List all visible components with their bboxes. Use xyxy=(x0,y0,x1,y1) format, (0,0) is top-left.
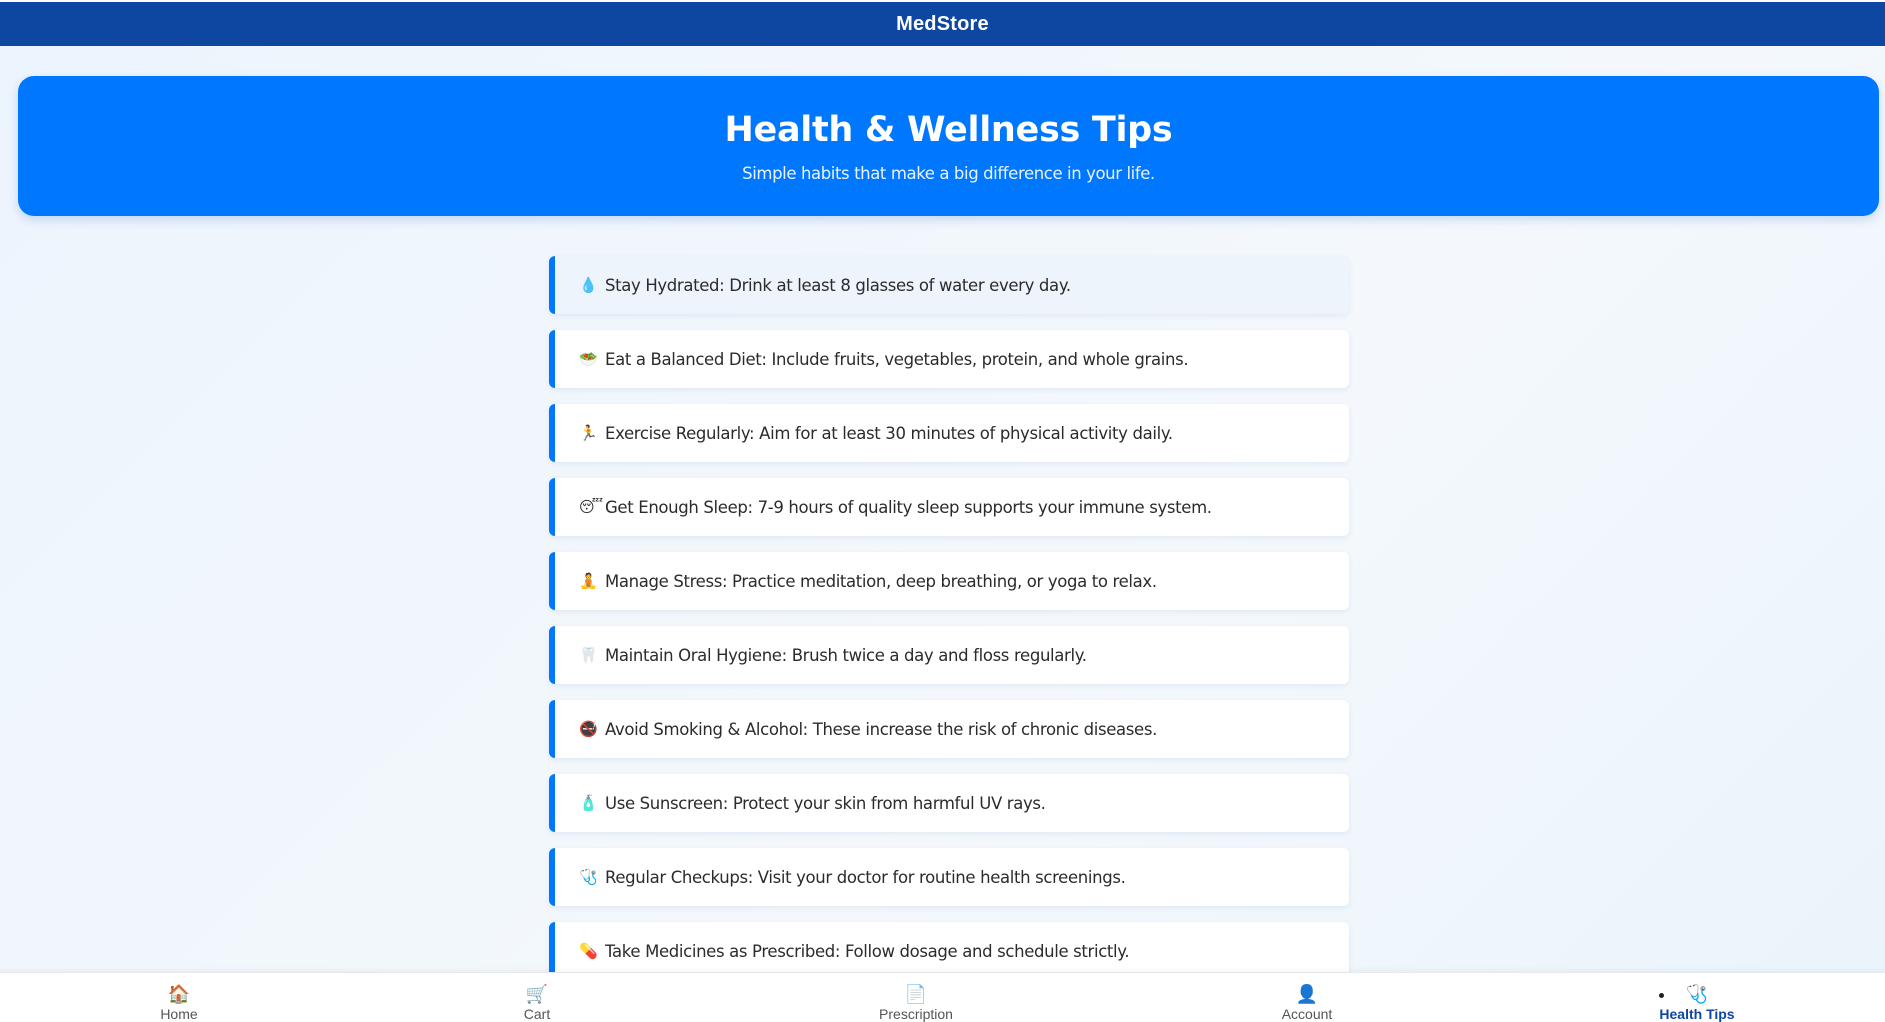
nav-label-cart: Cart xyxy=(523,1006,551,1022)
tip-item-sunscreen: 🧴 Use Sunscreen: Protect your skin from … xyxy=(549,774,1349,832)
user-icon: 👤 xyxy=(1295,984,1319,1004)
sleeping-face-icon: 😴 xyxy=(579,498,603,516)
pill-icon: 💊 xyxy=(579,942,598,960)
tooth-icon: 🦷 xyxy=(579,646,598,664)
nav-item-prescription[interactable]: 📄 Prescription xyxy=(846,983,986,1022)
tip-text: Avoid Smoking & Alcohol: These increase … xyxy=(605,719,1157,739)
tip-text: Stay Hydrated: Drink at least 8 glasses … xyxy=(605,275,1071,295)
nav-label-account: Account xyxy=(1281,1006,1333,1022)
nav-item-account[interactable]: 👤 Account xyxy=(1237,983,1377,1022)
water-drop-icon: 💧 xyxy=(579,276,598,294)
home-icon: 🏠 xyxy=(167,984,191,1004)
cart-icon: 🛒 xyxy=(525,984,549,1004)
active-indicator-dot xyxy=(1659,993,1664,998)
nav-label-prescription: Prescription xyxy=(879,1006,953,1022)
nav-label-health-tips: Health Tips xyxy=(1659,1006,1735,1022)
nav-item-cart[interactable]: 🛒 Cart xyxy=(467,983,607,1022)
document-icon: 📄 xyxy=(904,984,928,1004)
tip-text: Exercise Regularly: Aim for at least 30 … xyxy=(605,423,1173,443)
salad-icon: 🥗 xyxy=(579,350,598,368)
tip-item-sleep: 😴 Get Enough Sleep: 7-9 hours of quality… xyxy=(549,478,1349,536)
tip-item-oral-hygiene: 🦷 Maintain Oral Hygiene: Brush twice a d… xyxy=(549,626,1349,684)
stethoscope-icon: 🩺 xyxy=(1685,984,1709,1004)
lotion-bottle-icon: 🧴 xyxy=(579,794,598,812)
page-title: Health & Wellness Tips xyxy=(724,110,1173,150)
meditation-icon: 🧘 xyxy=(579,572,598,590)
bottom-navigation: 🏠 Home 🛒 Cart 📄 Prescription 👤 Account 🩺… xyxy=(0,972,1885,1022)
top-app-bar: MedStore xyxy=(0,0,1885,46)
app-title: MedStore xyxy=(896,12,989,35)
tip-text: Eat a Balanced Diet: Include fruits, veg… xyxy=(605,349,1189,369)
tip-item-hydration: 💧 Stay Hydrated: Drink at least 8 glasse… xyxy=(549,256,1349,314)
tip-text: Maintain Oral Hygiene: Brush twice a day… xyxy=(605,645,1087,665)
tip-item-diet: 🥗 Eat a Balanced Diet: Include fruits, v… xyxy=(549,330,1349,388)
nav-item-home[interactable]: 🏠 Home xyxy=(109,983,249,1022)
nav-item-health-tips[interactable]: 🩺 Health Tips xyxy=(1627,983,1767,1022)
tip-text: Manage Stress: Practice meditation, deep… xyxy=(605,571,1157,591)
tip-text: Get Enough Sleep: 7-9 hours of quality s… xyxy=(605,497,1212,517)
page-subtitle: Simple habits that make a big difference… xyxy=(742,164,1155,183)
tip-item-stress: 🧘 Manage Stress: Practice meditation, de… xyxy=(549,552,1349,610)
nav-label-home: Home xyxy=(160,1006,198,1022)
hero-banner: Health & Wellness Tips Simple habits tha… xyxy=(18,76,1879,216)
tip-text: Regular Checkups: Visit your doctor for … xyxy=(605,867,1126,887)
stethoscope-icon: 🩺 xyxy=(579,868,598,886)
tip-item-checkups: 🩺 Regular Checkups: Visit your doctor fo… xyxy=(549,848,1349,906)
tips-list: 💧 Stay Hydrated: Drink at least 8 glasse… xyxy=(549,256,1349,996)
tip-text: Use Sunscreen: Protect your skin from ha… xyxy=(605,793,1046,813)
running-icon: 🏃 xyxy=(579,424,598,442)
tip-text: Take Medicines as Prescribed: Follow dos… xyxy=(605,941,1130,961)
tip-item-smoking: 🚭 Avoid Smoking & Alcohol: These increas… xyxy=(549,700,1349,758)
tip-item-exercise: 🏃 Exercise Regularly: Aim for at least 3… xyxy=(549,404,1349,462)
no-smoking-icon: 🚭 xyxy=(579,720,598,738)
